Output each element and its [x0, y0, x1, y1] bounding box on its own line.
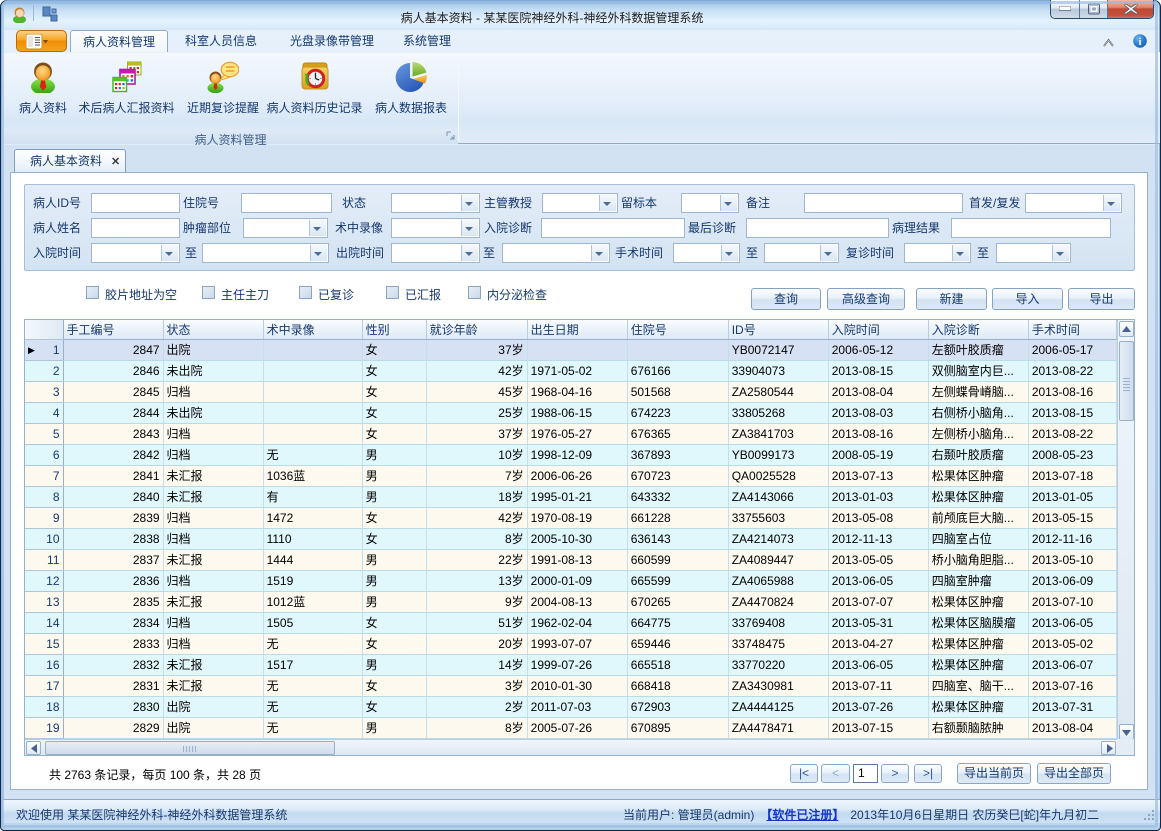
svg-text:i: i: [1139, 37, 1142, 48]
